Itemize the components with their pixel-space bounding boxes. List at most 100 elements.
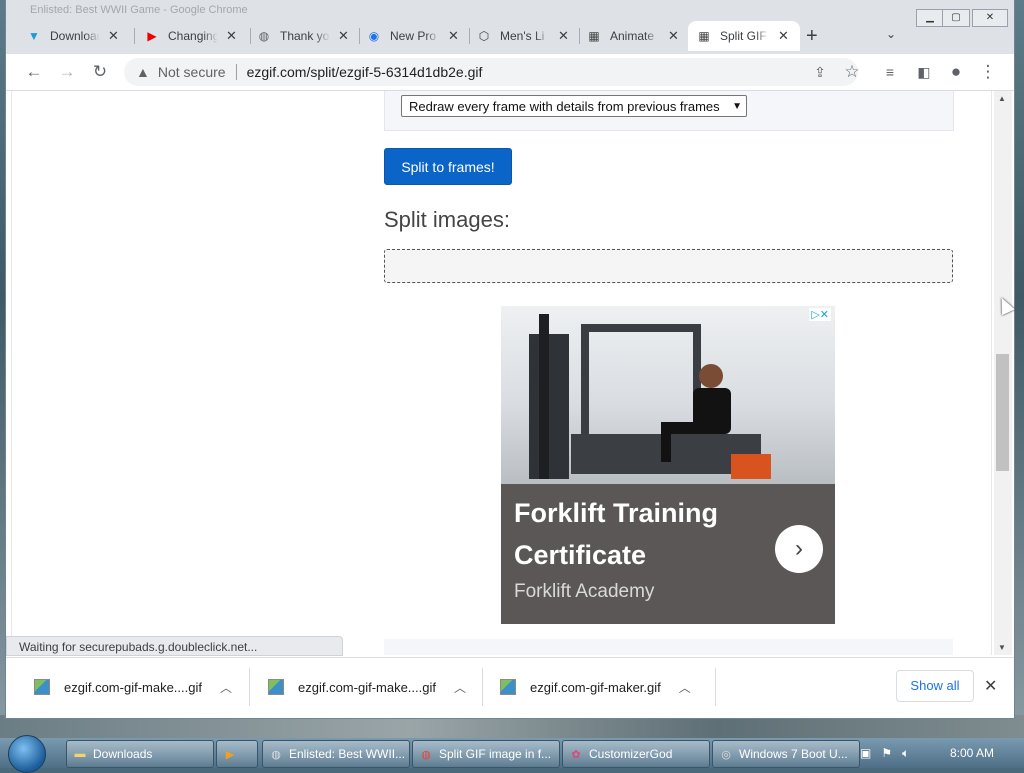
chevron-up-icon[interactable]: ︿: [679, 679, 691, 696]
split-to-frames-button[interactable]: Split to frames!: [384, 148, 512, 185]
disk-icon: ◎: [721, 748, 731, 761]
download-item[interactable]: ezgif.com-gif-maker.gif ︿: [500, 658, 691, 716]
tab-close-icon[interactable]: ✕: [108, 28, 119, 44]
taskbar-item-media[interactable]: ▶: [216, 740, 258, 768]
tab-close-icon[interactable]: ✕: [558, 28, 569, 44]
volume-icon[interactable]: 🔈︎: [902, 746, 909, 761]
download-item[interactable]: ezgif.com-gif-make....gif ︿: [268, 658, 466, 716]
profile-avatar-icon[interactable]: ●: [944, 60, 968, 84]
content-border: [991, 91, 992, 655]
next-panel: [384, 639, 953, 655]
gear-icon: ✿: [571, 748, 581, 761]
side-panel-icon[interactable]: ◧: [912, 60, 936, 84]
system-tray: ▣ ⚑ 🔈︎: [860, 738, 919, 768]
url-text[interactable]: ezgif.com/split/ezgif-5-6314d1db2e.gif: [247, 64, 483, 80]
tab-label: Split GIF: [720, 29, 767, 43]
taskbar-label: Enlisted: Best WWII...: [289, 747, 406, 761]
tab-new-pro[interactable]: ◉ New Pro ✕: [366, 21, 470, 51]
taskbar-item-customizergod[interactable]: ✿ CustomizerGod: [562, 740, 710, 768]
start-button[interactable]: [8, 735, 46, 773]
forward-arrow-icon[interactable]: →: [55, 60, 79, 84]
ad-photo: ▷✕: [501, 306, 835, 484]
chrome-icon: ◍: [271, 748, 281, 761]
media-player-icon: ▶: [225, 748, 235, 761]
back-arrow-icon[interactable]: ←: [22, 60, 46, 84]
new-tab-button[interactable]: +: [806, 25, 818, 48]
security-label: Not secure: [157, 64, 226, 80]
tab-download[interactable]: ▼ Download ✕: [26, 21, 130, 51]
frame-method-select[interactable]: Redraw every frame with details from pre…: [401, 95, 747, 117]
tab-label: Men's Li: [500, 29, 545, 43]
youtube-icon: ▶: [147, 29, 157, 43]
share-icon[interactable]: ⇪: [808, 60, 832, 84]
browser-toolbar: ← → ↻ ▲ Not secure ezgif.com/split/ezgif…: [6, 54, 1014, 91]
menu-kebab-icon[interactable]: ⋮: [976, 60, 1000, 84]
scroll-down-arrow-icon[interactable]: ▼: [998, 643, 1006, 652]
download-filename: ezgif.com-gif-make....gif: [298, 679, 436, 695]
network-icon[interactable]: ▣: [860, 746, 871, 760]
taskbar-item-split-gif[interactable]: ◍ Split GIF image in f...: [412, 740, 560, 768]
background-window-title: Enlisted: Best WWII Game - Google Chrome: [30, 4, 248, 16]
folder-icon: ▬: [74, 748, 86, 760]
tab-search-chevron-icon[interactable]: ⌄: [886, 27, 896, 41]
page-viewport: Redraw every frame with details from pre…: [6, 91, 1000, 655]
forklift-image: [529, 314, 771, 479]
browser-window: Enlisted: Best WWII Game - Google Chrome…: [6, 0, 1014, 718]
taskbar-item-enlisted[interactable]: ◍ Enlisted: Best WWII...: [262, 740, 410, 768]
download-arrow-icon: ▼: [28, 29, 40, 43]
close-icon[interactable]: ✕: [984, 676, 997, 696]
tab-separator: [250, 28, 251, 44]
gif-icon: ▦: [698, 29, 710, 43]
taskbar-label: Split GIF image in f...: [439, 747, 552, 761]
minimize-button[interactable]: ▁: [916, 9, 944, 27]
status-bubble: Waiting for securepubads.g.doubleclick.n…: [6, 636, 343, 656]
download-divider: [482, 668, 483, 706]
download-divider: [715, 668, 716, 706]
tab-label: Download: [50, 29, 100, 43]
taskbar-item-downloads[interactable]: ▬ Downloads: [66, 740, 214, 768]
reload-icon[interactable]: ↻: [88, 60, 112, 84]
chrome-icon: ◍: [421, 748, 431, 761]
taskbar-label: CustomizerGod: [589, 747, 673, 761]
bookmark-star-icon[interactable]: ☆: [840, 60, 864, 84]
scroll-up-arrow-icon[interactable]: ▲: [998, 94, 1006, 103]
tab-changing[interactable]: ▶ Changing ✕: [144, 21, 248, 51]
ad-choices-badge[interactable]: ▷✕: [809, 308, 831, 321]
tab-mens-li[interactable]: ⬡ Men's Li ✕: [476, 21, 580, 51]
tab-close-icon[interactable]: ✕: [338, 28, 349, 44]
advertisement[interactable]: ▷✕ Forklift Training Certificate Forklif…: [501, 306, 835, 624]
tab-label: Thank you: [280, 29, 330, 43]
tab-label: Changing: [168, 29, 218, 43]
image-file-icon: [500, 679, 516, 695]
show-all-button[interactable]: Show all: [896, 670, 974, 702]
taskbar-label: Windows 7 Boot U...: [739, 747, 848, 761]
tab-close-icon[interactable]: ✕: [668, 28, 679, 44]
ad-headline: Forklift Training Certificate: [514, 498, 719, 570]
address-bar[interactable]: ▲ Not secure ezgif.com/split/ezgif-5-631…: [124, 58, 858, 86]
taskbar-item-windows-boot[interactable]: ◎ Windows 7 Boot U...: [712, 740, 860, 768]
tab-thank-you[interactable]: ◍ Thank you ✕: [256, 21, 360, 51]
media-control-icon[interactable]: ≡: [878, 60, 902, 84]
tab-close-icon[interactable]: ✕: [448, 28, 459, 44]
windows-taskbar: ▬ Downloads ▶ ◍ Enlisted: Best WWII... ◍…: [0, 735, 1024, 773]
tab-separator: [469, 28, 470, 44]
maximize-button[interactable]: ▢: [942, 9, 970, 27]
tab-strip: Enlisted: Best WWII Game - Google Chrome…: [6, 0, 1014, 54]
tab-separator: [359, 28, 360, 44]
tab-animate[interactable]: ▦ Animate ✕: [586, 21, 690, 51]
tab-split-gif[interactable]: ▦ Split GIF ✕: [688, 21, 800, 51]
scrollbar-thumb[interactable]: [996, 354, 1009, 471]
taskbar-clock[interactable]: 8:00 AM: [950, 746, 994, 760]
tab-close-icon[interactable]: ✕: [226, 28, 237, 44]
tab-label: New Pro: [390, 29, 437, 43]
chevron-up-icon[interactable]: ︿: [454, 679, 466, 696]
chevron-up-icon[interactable]: ︿: [220, 679, 232, 696]
ad-advertiser: Forklift Academy: [514, 581, 655, 602]
flag-icon[interactable]: ⚑: [881, 746, 892, 760]
address-divider: [235, 64, 237, 80]
chevron-right-icon[interactable]: ›: [775, 525, 823, 573]
image-file-icon: [34, 679, 50, 695]
tab-close-icon[interactable]: ✕: [778, 28, 789, 44]
close-window-button[interactable]: ✕: [972, 9, 1008, 27]
download-item[interactable]: ezgif.com-gif-make....gif ︿: [34, 658, 232, 716]
